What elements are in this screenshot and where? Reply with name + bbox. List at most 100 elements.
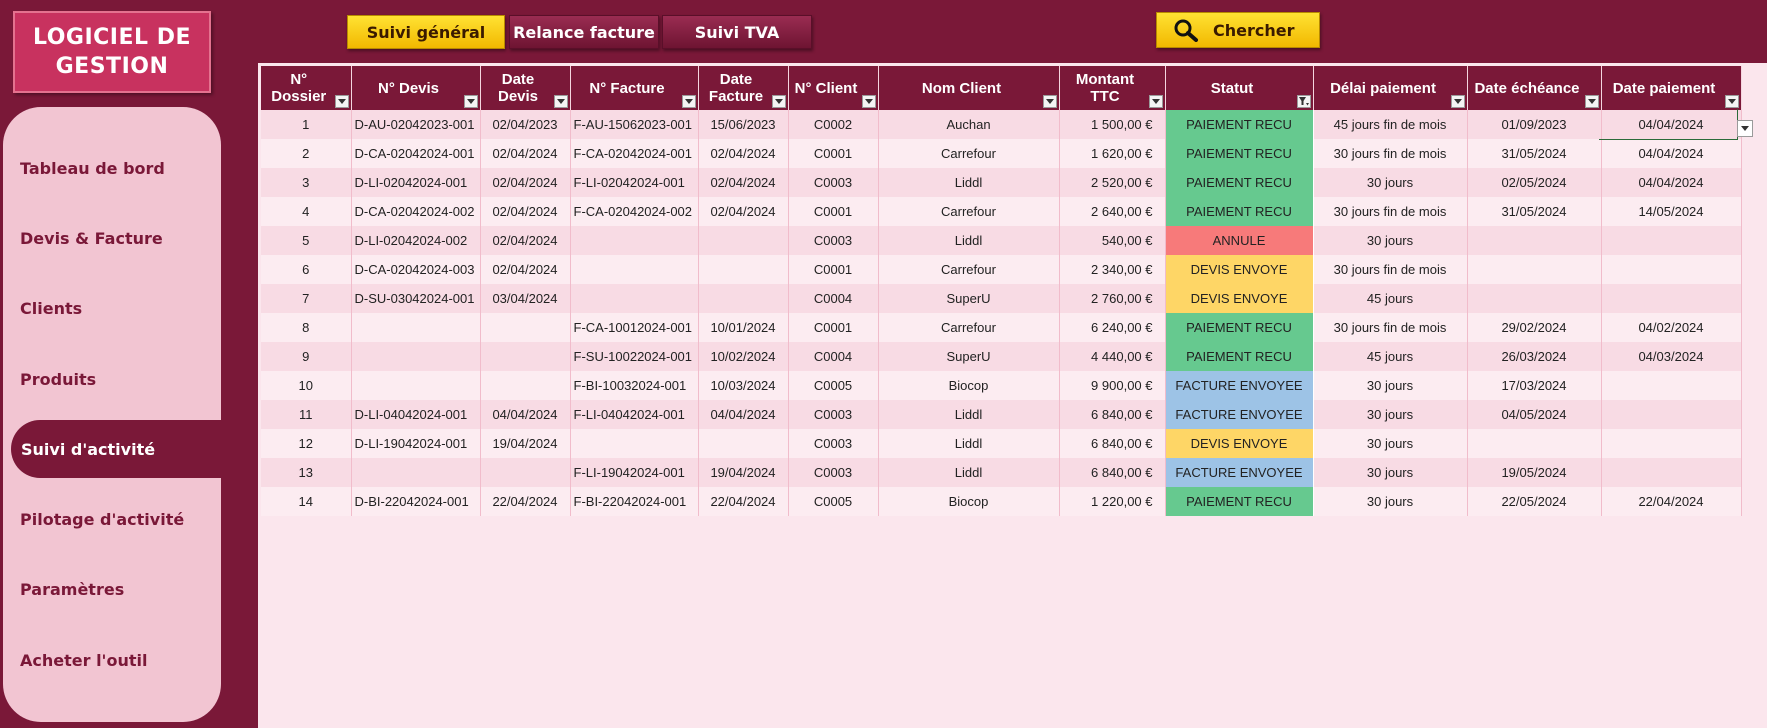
table-row[interactable]: 5 D-LI-02042024-002 02/04/2024 C0003 Liddl 54…	[261, 226, 1742, 255]
table-cell[interactable]: 1	[261, 110, 352, 139]
status-badge[interactable]: PAIEMENT RECU	[1164, 139, 1314, 168]
table-cell[interactable]: C0004	[788, 284, 879, 313]
table-cell[interactable]: 13	[261, 458, 352, 487]
table-cell[interactable]: 45 jours	[1313, 342, 1468, 371]
table-cell[interactable]: D-LI-02042024-001	[351, 168, 481, 197]
table-cell[interactable]: 30 jours fin de mois	[1313, 255, 1468, 284]
sidebar-item-produits[interactable]: Produits	[10, 350, 260, 408]
table-row[interactable]: 9 F-SU-10022024-001 10/02/2024 C0004 SuperU 4…	[261, 342, 1742, 371]
table-cell[interactable]: C0001	[788, 255, 879, 284]
table-cell[interactable]: 30 jours	[1313, 429, 1468, 458]
table-cell[interactable]	[1601, 255, 1742, 284]
table-cell[interactable]: 2 340,00 €	[1059, 255, 1166, 284]
table-row[interactable]: 4 D-CA-02042024-002 02/04/2024 F-CA-0204202…	[261, 197, 1742, 226]
table-cell[interactable]: 29/02/2024	[1467, 313, 1602, 342]
table-cell[interactable]: D-CA-02042024-003	[351, 255, 481, 284]
table-cell[interactable]: Liddl	[878, 458, 1060, 487]
table-cell[interactable]: 31/05/2024	[1467, 139, 1602, 168]
status-badge[interactable]: FACTURE ENVOYEE	[1164, 400, 1314, 429]
table-cell[interactable]: 8	[261, 313, 352, 342]
table-cell[interactable]: 22/04/2024	[698, 487, 789, 516]
filter-dropdown-icon[interactable]	[1148, 95, 1163, 108]
filter-dropdown-icon[interactable]	[334, 95, 349, 108]
table-row[interactable]: 13 F-LI-19042024-001 19/04/2024 C0003 Liddl 6…	[261, 458, 1742, 487]
table-cell[interactable]: 19/04/2024	[698, 458, 789, 487]
tab-relance-facture[interactable]: Relance facture	[509, 15, 659, 49]
table-cell[interactable]: 1 500,00 €	[1059, 110, 1166, 139]
table-cell[interactable]: 04/04/2024	[1601, 168, 1742, 197]
table-cell[interactable]	[570, 255, 699, 284]
table-cell[interactable]: 9 900,00 €	[1059, 371, 1166, 400]
table-cell[interactable]: 2 640,00 €	[1059, 197, 1166, 226]
table-cell[interactable]: 17/03/2024	[1467, 371, 1602, 400]
table-cell[interactable]: Liddl	[878, 429, 1060, 458]
table-cell[interactable]	[1467, 255, 1602, 284]
table-cell[interactable]: D-CA-02042024-001	[351, 139, 481, 168]
filter-dropdown-icon[interactable]	[681, 95, 696, 108]
table-cell[interactable]: 15/06/2023	[698, 110, 789, 139]
table-cell[interactable]: 30 jours	[1313, 458, 1468, 487]
table-cell[interactable]: 10/01/2024	[698, 313, 789, 342]
table-cell[interactable]	[351, 313, 481, 342]
table-cell[interactable]: F-BI-10032024-001	[570, 371, 699, 400]
table-cell[interactable]: 10/02/2024	[698, 342, 789, 371]
table-cell[interactable]: F-LI-02042024-001	[570, 168, 699, 197]
table-cell[interactable]: F-SU-10022024-001	[570, 342, 699, 371]
table-cell[interactable]: 04/02/2024	[1601, 313, 1742, 342]
table-cell[interactable]: 30 jours	[1313, 226, 1468, 255]
table-cell[interactable]: 04/05/2024	[1467, 400, 1602, 429]
search-button[interactable]: Chercher	[1156, 12, 1320, 48]
table-cell[interactable]: 02/04/2024	[480, 139, 571, 168]
table-cell[interactable]: 22/05/2024	[1467, 487, 1602, 516]
table-cell[interactable]	[1467, 226, 1602, 255]
table-cell[interactable]: 1 220,00 €	[1059, 487, 1166, 516]
table-cell[interactable]: Carrefour	[878, 255, 1060, 284]
tab-suivi-g-n-ral[interactable]: Suivi général	[347, 15, 505, 49]
table-cell[interactable]: Liddl	[878, 168, 1060, 197]
table-cell[interactable]: SuperU	[878, 342, 1060, 371]
table-cell[interactable]: 10	[261, 371, 352, 400]
table-cell[interactable]: 02/04/2024	[698, 197, 789, 226]
table-row[interactable]: 14 D-BI-22042024-001 22/04/2024 F-BI-220420…	[261, 487, 1742, 516]
filter-dropdown-icon[interactable]	[1724, 95, 1739, 108]
status-badge[interactable]: PAIEMENT RECU	[1164, 168, 1314, 197]
table-cell[interactable]: 14/05/2024	[1601, 197, 1742, 226]
filter-dropdown-icon[interactable]	[771, 95, 786, 108]
tab-suivi-tva[interactable]: Suivi TVA	[662, 15, 812, 49]
table-cell[interactable]	[351, 458, 481, 487]
table-cell[interactable]: C0003	[788, 400, 879, 429]
table-cell[interactable]: F-LI-04042024-001	[570, 400, 699, 429]
table-cell[interactable]: 02/04/2023	[480, 110, 571, 139]
sidebar-item-tableau-de-bord[interactable]: Tableau de bord	[10, 139, 260, 197]
table-cell[interactable]: 7	[261, 284, 352, 313]
table-cell[interactable]	[570, 429, 699, 458]
status-badge[interactable]: FACTURE ENVOYEE	[1164, 458, 1314, 487]
filter-dropdown-icon[interactable]	[553, 95, 568, 108]
status-badge[interactable]: PAIEMENT RECU	[1164, 110, 1314, 139]
table-cell[interactable]: 45 jours fin de mois	[1313, 110, 1468, 139]
table-cell[interactable]	[698, 226, 789, 255]
table-cell[interactable]: 01/09/2023	[1467, 110, 1602, 139]
table-cell[interactable]: Liddl	[878, 400, 1060, 429]
table-cell[interactable]: C0003	[788, 429, 879, 458]
table-cell[interactable]: 22/04/2024	[480, 487, 571, 516]
table-cell[interactable]: Biocop	[878, 487, 1060, 516]
table-cell[interactable]: 04/04/2024	[480, 400, 571, 429]
table-cell[interactable]: 30 jours	[1313, 168, 1468, 197]
table-cell[interactable]: D-LI-19042024-001	[351, 429, 481, 458]
table-cell[interactable]	[1601, 400, 1742, 429]
table-cell[interactable]	[1601, 429, 1742, 458]
table-cell[interactable]: D-LI-04042024-001	[351, 400, 481, 429]
table-cell[interactable]: F-CA-10012024-001	[570, 313, 699, 342]
table-cell[interactable]: Carrefour	[878, 313, 1060, 342]
table-cell[interactable]: 02/04/2024	[480, 226, 571, 255]
table-cell[interactable]: 02/04/2024	[480, 197, 571, 226]
table-cell[interactable]	[480, 313, 571, 342]
table-cell[interactable]	[570, 226, 699, 255]
table-cell[interactable]: 4 440,00 €	[1059, 342, 1166, 371]
table-cell[interactable]	[1601, 226, 1742, 255]
table-cell[interactable]: Biocop	[878, 371, 1060, 400]
status-badge[interactable]: DEVIS ENVOYE	[1164, 284, 1314, 313]
table-cell[interactable]: 30 jours	[1313, 371, 1468, 400]
table-cell[interactable]: 6 840,00 €	[1059, 458, 1166, 487]
